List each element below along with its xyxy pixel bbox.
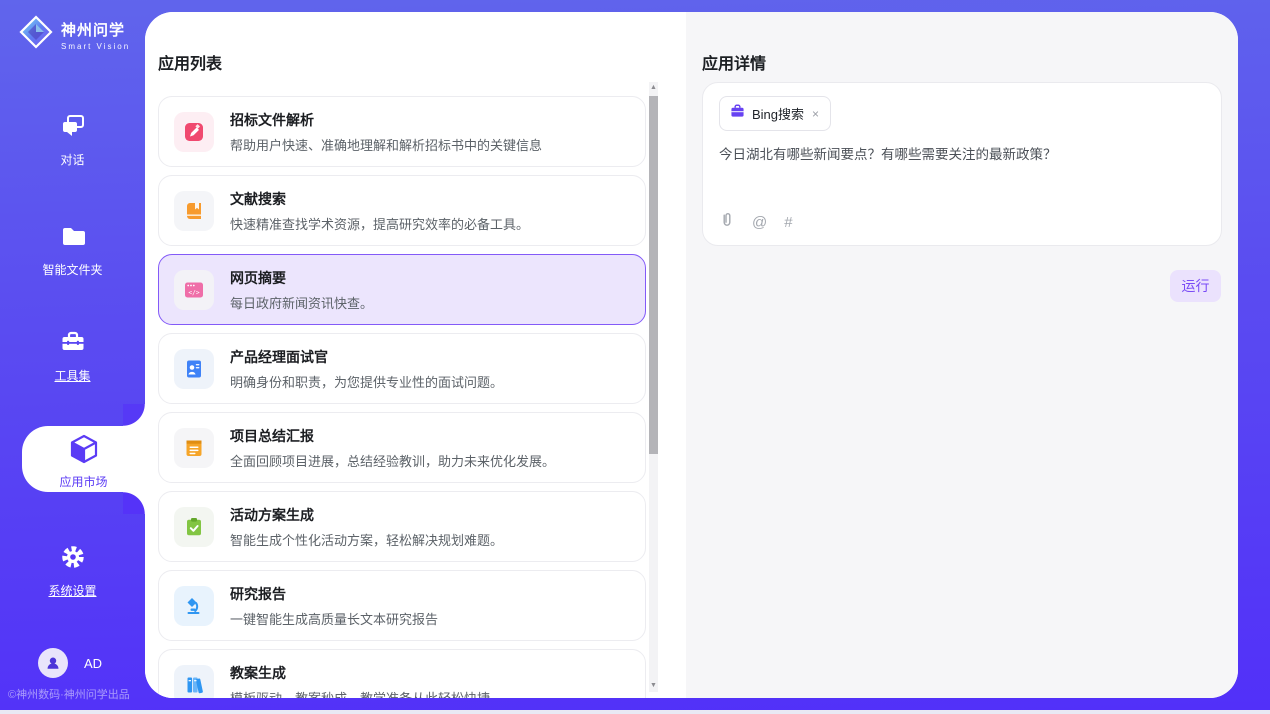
webpage-summary-icon: </> xyxy=(174,270,214,310)
sidebar-item-label: 系统设置 xyxy=(0,582,145,599)
scrollbar-thumb[interactable] xyxy=(649,96,658,454)
app-card-lesson-plan[interactable]: 教案生成 模板驱动，教案秒成，教学准备从此轻松快捷 xyxy=(158,649,646,698)
app-card-name: 网页摘要 xyxy=(230,268,373,288)
sidebar-item-label: 应用市场 xyxy=(22,473,145,490)
app-card-desc: 智能生成个性化活动方案，轻松解决规划难题。 xyxy=(230,530,503,549)
app-card-activity-plan[interactable]: 活动方案生成 智能生成个性化活动方案，轻松解决规划难题。 xyxy=(158,491,646,562)
app-list-panel: 应用列表 招标文件解析 帮助用户快速、准确地理解和解析招标书中的关键信息 xyxy=(145,12,686,698)
app-card-desc: 快速精准查找学术资源，提高研究效率的必备工具。 xyxy=(230,214,529,233)
activity-plan-icon xyxy=(174,507,214,547)
chat-icon xyxy=(59,127,87,144)
app-card-desc: 模板驱动，教案秒成，教学准备从此轻松快捷 xyxy=(230,688,490,699)
app-card-desc: 全面回顾项目进展，总结经验教训，助力未来优化发展。 xyxy=(230,451,555,470)
tender-doc-icon xyxy=(174,112,214,152)
sidebar-item-chat[interactable]: 对话 xyxy=(0,112,145,168)
pm-interviewer-icon xyxy=(174,349,214,389)
logo-diamond-icon xyxy=(18,14,54,55)
sidebar-item-settings[interactable]: 系统设置 xyxy=(0,543,145,599)
main-content: 应用列表 招标文件解析 帮助用户快速、准确地理解和解析招标书中的关键信息 xyxy=(145,12,1238,698)
lesson-plan-icon xyxy=(174,665,214,699)
sidebar-item-smart-folder[interactable]: 智能文件夹 xyxy=(0,222,145,278)
project-summary-icon xyxy=(174,428,214,468)
app-subtitle: Smart Vision xyxy=(61,42,130,51)
app-window: 神州问学 Smart Vision 对话 智能文件夹 xyxy=(0,0,1270,710)
query-text[interactable]: 今日湖北有哪些新闻要点？有哪些需要关注的最新政策？ xyxy=(719,145,1199,164)
paperclip-icon[interactable] xyxy=(719,211,735,233)
app-list: 招标文件解析 帮助用户快速、准确地理解和解析招标书中的关键信息 文献搜索 xyxy=(158,96,646,698)
app-card-name: 研究报告 xyxy=(230,584,438,604)
app-detail-panel: 应用详情 Bing搜索 × 今日湖北有哪些新闻要点？有哪些需要关注的最新政策？ xyxy=(686,12,1238,698)
app-card-name: 文献搜索 xyxy=(230,189,529,209)
app-card-research-report[interactable]: 研究报告 一键智能生成高质量长文本研究报告 xyxy=(158,570,646,641)
app-card-project-summary[interactable]: 项目总结汇报 全面回顾项目进展，总结经验教训，助力未来优化发展。 xyxy=(158,412,646,483)
app-card-webpage-summary[interactable]: </> 网页摘要 每日政府新闻资讯快查。 xyxy=(158,254,646,325)
input-toolbar: @ # xyxy=(719,211,793,233)
app-name: 神州问学 xyxy=(61,19,130,40)
prompt-input-card[interactable]: Bing搜索 × 今日湖北有哪些新闻要点？有哪些需要关注的最新政策？ @ # xyxy=(702,82,1222,246)
app-card-tender-doc[interactable]: 招标文件解析 帮助用户快速、准确地理解和解析招标书中的关键信息 xyxy=(158,96,646,167)
tool-tag-label: Bing搜索 xyxy=(752,104,804,123)
scroll-down-icon[interactable]: ▼ xyxy=(649,680,658,692)
sidebar-item-label: 智能文件夹 xyxy=(0,261,145,278)
mention-icon[interactable]: @ xyxy=(752,214,767,231)
app-card-desc: 明确身份和职责，为您提供专业性的面试问题。 xyxy=(230,372,503,391)
research-report-icon xyxy=(174,586,214,626)
app-card-desc: 帮助用户快速、准确地理解和解析招标书中的关键信息 xyxy=(230,135,542,154)
app-card-literature-search[interactable]: 文献搜索 快速精准查找学术资源，提高研究效率的必备工具。 xyxy=(158,175,646,246)
svg-text:</>: </> xyxy=(188,289,199,296)
user-account[interactable]: AD xyxy=(38,648,102,678)
user-name: AD xyxy=(84,656,102,671)
scroll-up-icon[interactable]: ▲ xyxy=(649,82,658,94)
close-icon[interactable]: × xyxy=(811,107,820,121)
app-card-pm-interviewer[interactable]: 产品经理面试官 明确身份和职责，为您提供专业性的面试问题。 xyxy=(158,333,646,404)
app-card-name: 产品经理面试官 xyxy=(230,347,503,367)
sidebar-item-label: 工具集 xyxy=(0,367,145,384)
sidebar-item-label: 对话 xyxy=(0,151,145,168)
toolbox-icon xyxy=(59,343,87,360)
hash-icon[interactable]: # xyxy=(784,214,792,231)
sidebar: 神州问学 Smart Vision 对话 智能文件夹 xyxy=(0,0,145,710)
folder-icon xyxy=(59,237,87,254)
app-list-title: 应用列表 xyxy=(158,50,222,74)
notch-curve-bottom xyxy=(123,492,145,514)
run-button[interactable]: 运行 xyxy=(1170,270,1221,302)
literature-search-icon xyxy=(174,191,214,231)
app-card-name: 招标文件解析 xyxy=(230,110,542,130)
copyright-text: ©神州数码·神州问学出品 xyxy=(8,686,130,702)
tool-tag-bing-search[interactable]: Bing搜索 × xyxy=(719,96,831,131)
sidebar-item-app-market[interactable]: 应用市场 xyxy=(22,426,145,492)
app-card-desc: 每日政府新闻资讯快查。 xyxy=(230,293,373,312)
app-card-name: 项目总结汇报 xyxy=(230,426,555,446)
app-logo: 神州问学 Smart Vision xyxy=(18,14,130,55)
app-card-desc: 一键智能生成高质量长文本研究报告 xyxy=(230,609,438,628)
cube-icon xyxy=(67,453,101,470)
list-scrollbar[interactable]: ▲ ▼ xyxy=(649,82,658,692)
notch-curve-top xyxy=(123,404,145,426)
sidebar-item-toolset[interactable]: 工具集 xyxy=(0,328,145,384)
app-card-name: 活动方案生成 xyxy=(230,505,503,525)
briefcase-icon xyxy=(730,104,745,123)
avatar xyxy=(38,648,68,678)
app-detail-title: 应用详情 xyxy=(702,50,766,74)
gear-icon xyxy=(59,558,87,575)
app-card-name: 教案生成 xyxy=(230,663,490,683)
